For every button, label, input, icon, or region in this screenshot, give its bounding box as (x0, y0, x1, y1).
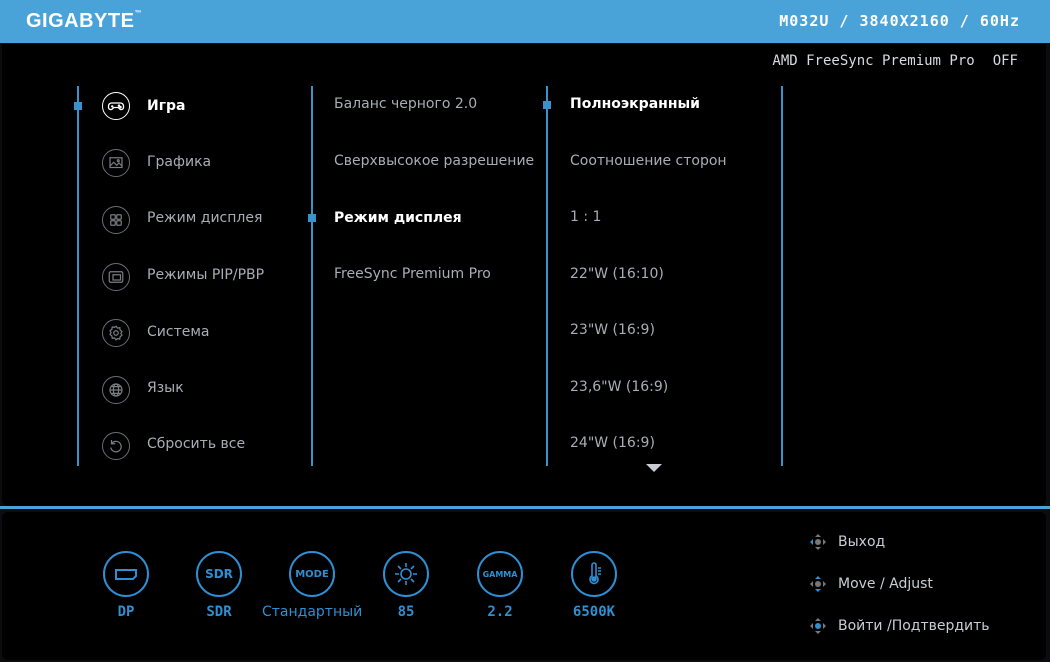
freesync-label: AMD FreeSync Premium Pro (772, 53, 975, 69)
main-menu-item-graphics[interactable]: Графика (147, 148, 211, 176)
option-23w[interactable]: 23"W (16:9) (570, 316, 655, 344)
thermometer-icon[interactable] (571, 551, 617, 597)
sdr-icon-text: SDR (205, 567, 233, 581)
brand-logo: GIGABYTE™ (26, 10, 142, 32)
option-1-1[interactable]: 1 : 1 (570, 203, 601, 231)
option-23-6w[interactable]: 23,6"W (16:9) (570, 373, 668, 401)
sdr-icon[interactable]: SDR (196, 551, 242, 597)
main-menu-selection-marker (74, 102, 82, 110)
option-24w[interactable]: 24"W (16:9) (570, 429, 655, 457)
hint-move-label: Move / Adjust (838, 576, 933, 592)
hint-move-adjust: Move / Adjust (808, 572, 933, 596)
picture-icon[interactable] (102, 149, 130, 177)
freesync-status: AMD FreeSync Premium Pro OFF (772, 53, 1018, 69)
main-menu-item-language[interactable]: Язык (147, 374, 184, 402)
column-divider (311, 86, 313, 466)
gamma-icon[interactable]: GAMMA (477, 551, 523, 597)
sub-menu-item-freesync[interactable]: FreeSync Premium Pro (334, 260, 491, 288)
option-aspect-ratio[interactable]: Соотношение сторон (570, 147, 727, 175)
model-info: M032U / 3840X2160 / 60Hz (779, 12, 1020, 30)
joystick-up-down-icon (810, 576, 826, 592)
brightness-icon[interactable] (383, 551, 429, 597)
panel-separator (0, 506, 1050, 509)
globe-icon[interactable] (102, 376, 130, 404)
input-port-icon[interactable] (103, 551, 149, 597)
hint-enter: Войти /Подтвердить (808, 614, 990, 638)
main-menu-item-display-mode[interactable]: Режим дисплея (147, 204, 262, 232)
brightness-value: 85 (397, 604, 415, 620)
input-value: DP (117, 604, 135, 620)
sub-menu-item-display-mode[interactable]: Режим дисплея (334, 204, 462, 232)
option-selection-marker (543, 101, 551, 109)
sub-menu-item-black-equalizer[interactable]: Баланс черного 2.0 (334, 90, 477, 118)
picture-mode-icon[interactable]: MODE (289, 551, 335, 597)
picture-mode-value: Стандартный (262, 604, 363, 620)
reset-icon[interactable] (102, 432, 130, 460)
gamepad-icon[interactable] (102, 92, 130, 120)
main-menu-item-game[interactable]: Игра (147, 92, 186, 120)
gear-icon[interactable] (102, 319, 130, 347)
freesync-value: OFF (992, 53, 1018, 69)
sdr-value: SDR (206, 604, 232, 620)
hint-exit: Выход (808, 530, 885, 554)
title-bar: GIGABYTE™ M032U / 3840X2160 / 60Hz (0, 0, 1050, 43)
gamma-icon-text: GAMMA (482, 569, 518, 579)
sub-menu-selection-marker (308, 214, 316, 222)
main-menu-item-system[interactable]: Система (147, 318, 209, 346)
hint-enter-label: Войти /Подтвердить (838, 618, 990, 634)
column-divider (77, 86, 79, 466)
hint-exit-label: Выход (838, 534, 886, 550)
column-divider (781, 86, 783, 466)
main-menu-item-reset-all[interactable]: Сбросить все (147, 430, 245, 458)
pip-icon[interactable] (102, 263, 130, 291)
scroll-down-arrow-icon[interactable] (646, 464, 662, 472)
option-22w[interactable]: 22"W (16:10) (570, 260, 664, 288)
option-full-screen[interactable]: Полноэкранный (570, 90, 700, 118)
gamma-value: 2.2 (487, 604, 513, 620)
grid-icon[interactable] (102, 206, 130, 234)
mode-icon-text: MODE (295, 568, 329, 580)
column-divider (546, 86, 548, 466)
sub-menu-item-super-resolution[interactable]: Сверхвысокое разрешение (334, 147, 534, 175)
joystick-left-icon (810, 534, 826, 550)
main-menu-item-pip-pbp[interactable]: Режимы PIP/PBP (147, 261, 264, 289)
color-temperature-value: 6500K (572, 604, 616, 620)
joystick-press-icon (810, 618, 826, 634)
